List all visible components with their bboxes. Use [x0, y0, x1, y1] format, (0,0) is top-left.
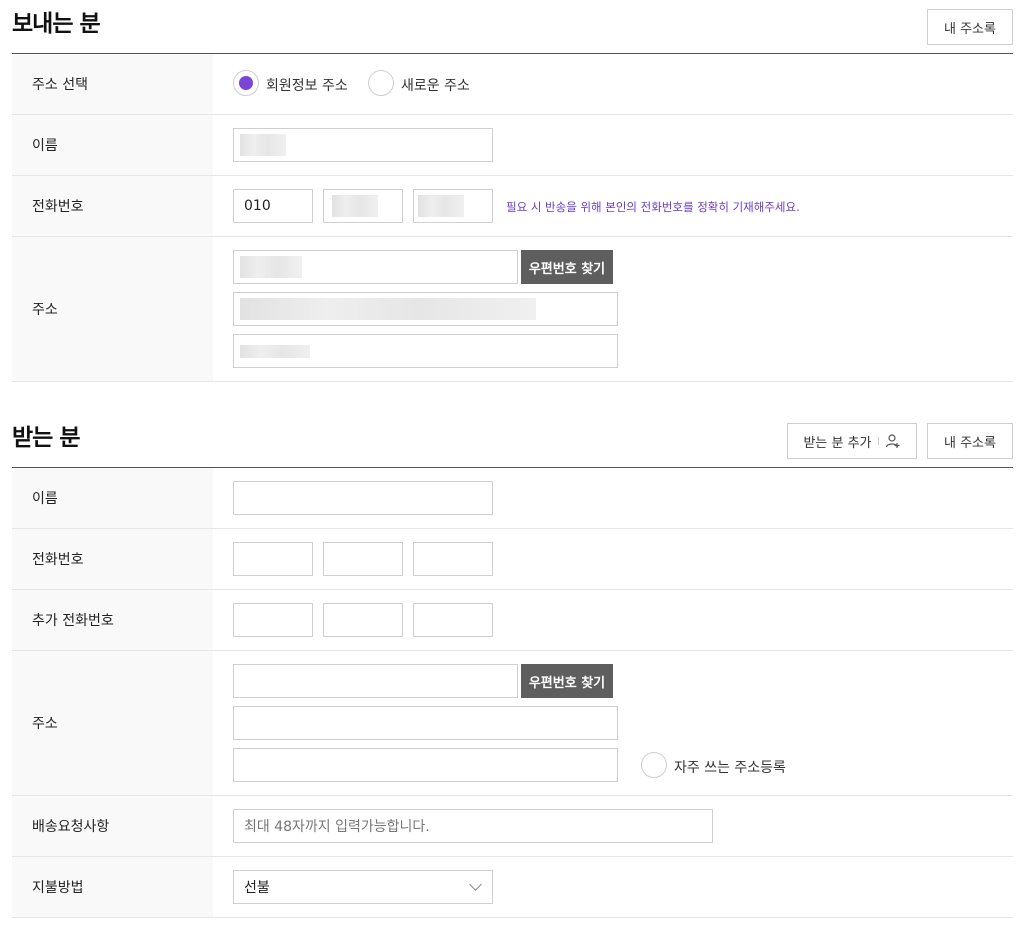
receiver-form: 이름 전화번호 추가 전화번호 주소 우편번호 찾기 자주 쓰는 주소등록 배송… — [12, 468, 1013, 918]
sender-address2-input[interactable] — [233, 334, 618, 368]
receiver-address1-input[interactable] — [233, 706, 618, 740]
receiver-title: 받는 분 — [12, 425, 80, 451]
phone-note: 필요 시 반송을 위해 본인의 전화번호를 정확히 기재해주세요. — [506, 200, 800, 214]
receiver-phone-prefix-input[interactable] — [233, 542, 313, 576]
payment-method-row: 지불방법 선불 — [12, 857, 1013, 918]
sender-address-book-button[interactable]: 내 주소록 — [927, 9, 1013, 45]
sender-address-row: 주소 우편번호 찾기 — [12, 237, 1013, 382]
add-receiver-button[interactable]: 받는 분 추가 — [787, 423, 917, 459]
sender-zipcode-button[interactable]: 우편번호 찾기 — [521, 250, 613, 284]
member-address-label[interactable]: 회원정보 주소 — [266, 75, 348, 95]
payment-method-label: 지불방법 — [12, 857, 213, 917]
sender-title: 보내는 분 — [12, 11, 101, 37]
sender-form: 주소 선택 회원정보 주소 새로운 주소 이름 전화번호 010 필요 시 반송… — [12, 54, 1013, 382]
receiver-name-row: 이름 — [12, 468, 1013, 529]
payment-method-value: 선불 — [244, 880, 270, 896]
extra-phone-last-input[interactable] — [413, 603, 493, 637]
redacted-address1 — [240, 298, 536, 320]
receiver-phone-last-input[interactable] — [413, 542, 493, 576]
redacted-phone-middle — [332, 195, 378, 217]
payment-method-select[interactable]: 선불 — [233, 870, 493, 904]
user-add-icon — [885, 434, 900, 448]
delivery-request-row: 배송요청사항 최대 48자까지 입력가능합니다. — [12, 796, 1013, 857]
extra-phone-prefix-input[interactable] — [233, 603, 313, 637]
sender-name-row: 이름 — [12, 115, 1013, 176]
receiver-phone-middle-input[interactable] — [323, 542, 403, 576]
sender-phone-row: 전화번호 010 필요 시 반송을 위해 본인의 전화번호를 정확히 기재해주세… — [12, 176, 1013, 237]
sender-address1-input[interactable] — [233, 292, 618, 326]
favorite-address-radio[interactable] — [641, 752, 667, 778]
receiver-phone-row: 전화번호 — [12, 529, 1013, 590]
sender-address-select-row: 주소 선택 회원정보 주소 새로운 주소 — [12, 54, 1013, 115]
receiver-address2-input[interactable] — [233, 748, 618, 782]
receiver-name-input[interactable] — [233, 481, 493, 515]
receiver-address-row: 주소 우편번호 찾기 자주 쓰는 주소등록 — [12, 651, 1013, 796]
sender-phone-last-input[interactable] — [413, 189, 493, 223]
chevron-down-icon — [469, 878, 482, 891]
sender-zipcode-input[interactable] — [233, 250, 518, 284]
redacted-address2 — [240, 345, 310, 358]
sender-name-input[interactable] — [233, 128, 493, 162]
address-select-label: 주소 선택 — [12, 54, 213, 114]
receiver-zipcode-button[interactable]: 우편번호 찾기 — [521, 664, 613, 698]
sender-name-label: 이름 — [12, 115, 213, 175]
sender-address-label: 주소 — [12, 237, 213, 381]
receiver-address-label: 주소 — [12, 651, 213, 795]
member-address-radio[interactable] — [233, 70, 259, 96]
favorite-address-label[interactable]: 자주 쓰는 주소등록 — [674, 757, 786, 777]
redacted-zipcode — [240, 256, 302, 278]
sender-phone-label: 전화번호 — [12, 176, 213, 236]
redacted-name — [240, 134, 286, 156]
add-receiver-label: 받는 분 추가 — [803, 435, 872, 451]
redacted-phone-last — [418, 195, 464, 217]
extra-phone-middle-input[interactable] — [323, 603, 403, 637]
delivery-request-input[interactable]: 최대 48자까지 입력가능합니다. — [233, 809, 713, 843]
new-address-radio[interactable] — [368, 70, 394, 96]
receiver-extra-phone-label: 추가 전화번호 — [12, 590, 213, 650]
add-receiver-separator — [877, 437, 879, 445]
receiver-address-book-button[interactable]: 내 주소록 — [927, 423, 1013, 459]
sender-phone-middle-input[interactable] — [323, 189, 403, 223]
receiver-extra-phone-row: 추가 전화번호 — [12, 590, 1013, 651]
sender-phone-prefix-input[interactable]: 010 — [233, 189, 313, 223]
new-address-label[interactable]: 새로운 주소 — [401, 75, 470, 95]
receiver-zipcode-input[interactable] — [233, 664, 518, 698]
delivery-request-label: 배송요청사항 — [12, 796, 213, 856]
receiver-phone-label: 전화번호 — [12, 529, 213, 589]
receiver-name-label: 이름 — [12, 468, 213, 528]
